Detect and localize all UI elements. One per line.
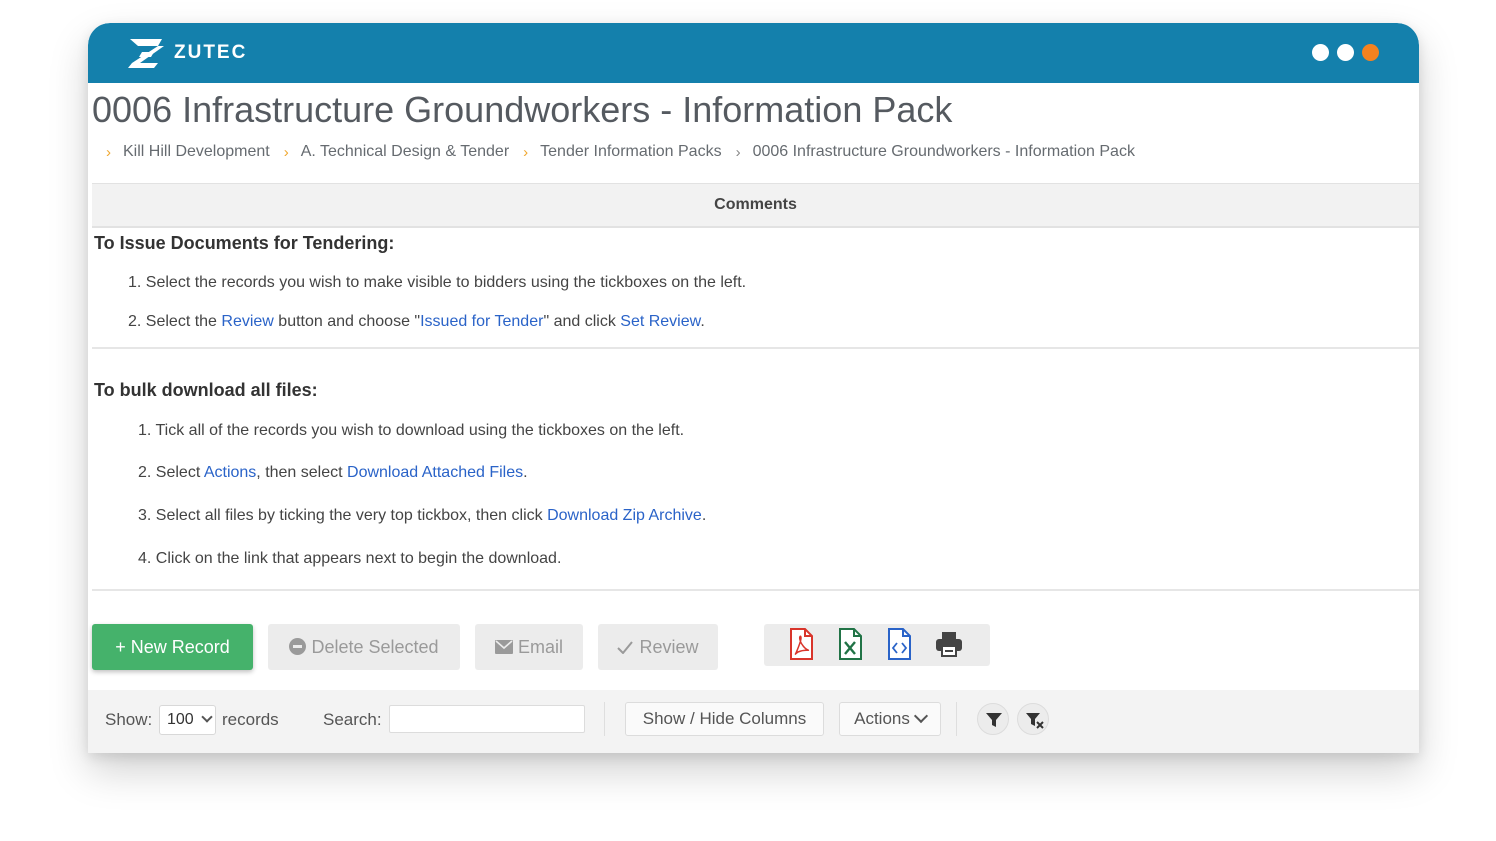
breadcrumb: › Kill Hill Development › A. Technical D… [106,143,1149,161]
filter-icon [986,713,1002,727]
app-window: ZUTEC 0006 Infrastructure Groundworkers … [88,23,1419,753]
code-file-icon[interactable] [884,628,914,660]
bulk-download-title: To bulk download all files: [94,380,318,400]
set-review-link[interactable]: Set Review [620,313,700,330]
actions-dropdown-label: Actions [854,709,910,728]
download-attached-files-link[interactable]: Download Attached Files [347,464,523,481]
menu-dot-icon [1312,44,1329,61]
table-toolbar: Show: 100 records Search: Show / Hide Co… [88,690,1419,753]
step-text: . [523,464,528,481]
envelope-icon [494,640,513,654]
review-button[interactable]: Review [598,624,718,670]
step-text: button and choose " [273,313,421,330]
filter-button[interactable] [977,703,1009,735]
email-button[interactable]: Email [475,624,583,670]
actions-link[interactable]: Actions [204,464,256,481]
review-link[interactable]: Review [221,313,273,330]
step-text: 2. Select [138,464,204,481]
zutec-logo[interactable]: ZUTEC [128,37,247,69]
show-hide-columns-button[interactable]: Show / Hide Columns [625,702,824,736]
zutec-mark-icon [128,39,164,68]
step-text: 2. Select the [128,313,222,330]
chevron-right-icon: › [283,143,289,161]
page-size-select[interactable]: 100 [159,705,216,735]
bulk-download-instructions: To bulk download all files: 1. Tick all … [92,375,1419,591]
top-bar: ZUTEC [88,23,1419,83]
search-label: Search: [323,710,382,729]
clear-filter-button[interactable] [1017,703,1049,735]
menu-dot-icon [1337,44,1354,61]
records-label: records [222,710,279,729]
bulk-step-1: 1. Tick all of the records you wish to d… [138,422,685,439]
bulk-step-3: 3. Select all files by ticking the very … [138,507,706,525]
email-label: Email [517,637,563,657]
comments-header: Comments [92,183,1419,228]
tendering-step-1: 1. Select the records you wish to make v… [128,274,747,291]
step-text: 3. Select all files by ticking the very … [138,507,548,524]
bulk-step-2: 2. Select Actions, then select Download … [138,464,528,482]
toolbar-divider [604,702,605,736]
export-toolbar [764,624,990,666]
tendering-instructions: To Issue Documents for Tendering: 1. Sel… [92,227,1419,349]
breadcrumb-item[interactable]: Tender Information Packs [540,143,721,161]
page-size-value: 100 [167,711,194,728]
step-text: . [701,507,707,524]
step-text: . [700,313,705,330]
actions-dropdown-button[interactable]: Actions [839,702,941,736]
show-label: Show: [105,710,153,729]
chevron-right-icon: › [523,143,529,161]
checkmark-icon [617,641,634,655]
minus-circle-icon [289,638,307,655]
breadcrumb-item[interactable]: Kill Hill Development [123,143,270,161]
breadcrumb-item-current: 0006 Infrastructure Groundworkers - Info… [752,143,1135,160]
page-title: 0006 Infrastructure Groundworkers - Info… [92,89,953,130]
bulk-step-4: 4. Click on the link that appears next t… [138,550,562,567]
chevron-down-icon [201,711,213,723]
tendering-title: To Issue Documents for Tendering: [94,233,395,253]
clear-filter-icon [1026,713,1044,729]
search-input[interactable] [389,705,585,733]
chevron-right-icon: › [106,143,111,161]
chevron-right-icon: › [735,143,741,161]
review-label: Review [639,637,699,657]
record-actions: + New Record Delete Selected Email Revie… [92,624,1092,670]
issued-for-tender-link[interactable]: Issued for Tender [420,313,543,330]
print-icon[interactable] [934,628,964,660]
chevron-down-icon [913,708,928,724]
window-menu-dots[interactable] [1312,44,1379,61]
new-record-button[interactable]: + New Record [92,624,253,670]
pdf-icon[interactable] [786,628,816,660]
breadcrumb-item[interactable]: A. Technical Design & Tender [301,143,509,161]
menu-dot-icon [1362,44,1379,61]
brand-name: ZUTEC [174,42,248,63]
delete-selected-button[interactable]: Delete Selected [268,624,460,670]
toolbar-divider [956,702,957,736]
step-text: " and click [543,313,621,330]
excel-icon[interactable] [835,628,865,660]
step-text: , then select [256,464,348,481]
download-zip-archive-link[interactable]: Download Zip Archive [547,507,702,524]
tendering-step-2: 2. Select the Review button and choose "… [128,313,705,331]
delete-selected-label: Delete Selected [311,637,439,657]
